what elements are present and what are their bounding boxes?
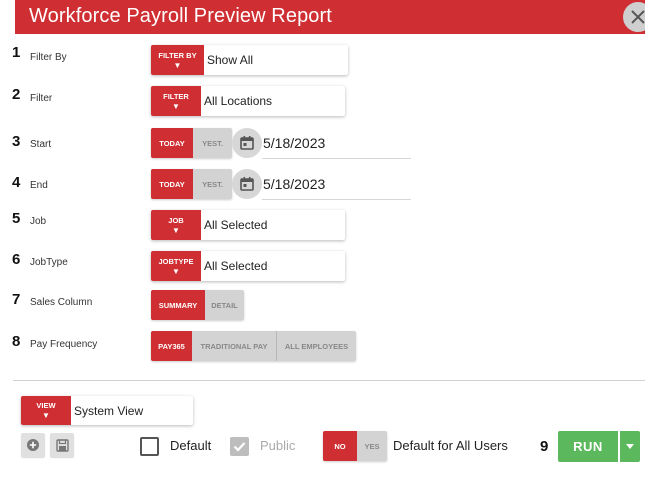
row-label-jobtype: JobType <box>30 257 68 268</box>
caret-down-icon: ▼ <box>173 60 182 70</box>
caret-down-icon: ▼ <box>42 411 50 420</box>
row-number: 9 <box>540 438 549 455</box>
add-circle-icon <box>27 439 39 451</box>
dialog-header: Workforce Payroll Preview Report <box>15 0 645 34</box>
default-all-users-label: Default for All Users <box>393 438 508 453</box>
row-label-job: Job <box>30 216 47 227</box>
end-today-option[interactable]: TODAY <box>151 169 193 199</box>
row-label-end: End <box>30 180 48 191</box>
job-button[interactable]: JOB ▼ <box>151 210 201 240</box>
pay-frequency-toggle[interactable]: PAY365 TRADITIONAL PAY ALL EMPLOYEES <box>151 331 356 361</box>
caret-down-icon: ▼ <box>172 266 180 276</box>
filter-by-dropdown[interactable]: FILTER BY ▼ Show All <box>151 45 348 75</box>
row-label-pay-frequency: Pay Frequency <box>30 339 98 350</box>
traditional-pay-option[interactable]: TRADITIONAL PAY <box>192 331 276 361</box>
view-dropdown[interactable]: VIEW ▼ System View <box>21 396 193 425</box>
row-number: 1 <box>12 44 21 61</box>
end-date-value[interactable]: 5/18/2023 <box>263 176 325 192</box>
default-checkbox[interactable] <box>140 437 159 456</box>
caret-down-icon <box>626 444 634 449</box>
start-date-toggle[interactable]: TODAY YEST. <box>151 128 232 158</box>
row-number: 5 <box>12 210 21 227</box>
sales-column-toggle[interactable]: SUMMARY DETAIL <box>151 290 244 320</box>
save-view-button[interactable] <box>50 433 74 457</box>
calendar-icon <box>240 177 254 191</box>
start-date-value[interactable]: 5/18/2023 <box>263 135 325 151</box>
view-button-label: VIEW <box>36 401 56 410</box>
add-view-button[interactable] <box>21 433 45 457</box>
default-all-users-toggle[interactable]: NO YES <box>323 431 387 461</box>
filter-by-button[interactable]: FILTER BY ▼ <box>151 45 204 75</box>
row-label-filter: Filter <box>30 93 53 104</box>
caret-down-icon: ▼ <box>172 225 180 235</box>
detail-option[interactable]: DETAIL <box>205 290 244 320</box>
view-button[interactable]: VIEW ▼ <box>21 396 71 425</box>
run-button[interactable]: RUN <box>558 431 618 462</box>
jobtype-button[interactable]: JOBTYPE ▼ <box>151 251 201 281</box>
filter-dropdown[interactable]: FILTER ▼ All Locations <box>151 86 345 116</box>
caret-down-icon: ▼ <box>172 101 180 111</box>
public-label: Public <box>260 438 296 453</box>
all-employees-option[interactable]: ALL EMPLOYEES <box>277 331 356 361</box>
row-number: 7 <box>12 291 21 308</box>
checkmark-icon <box>233 442 246 452</box>
row-number: 2 <box>12 86 21 103</box>
close-icon <box>631 10 645 24</box>
jobtype-value: All Selected <box>204 259 268 273</box>
filter-button-label: FILTER <box>163 91 189 101</box>
filter-by-button-label: FILTER BY <box>158 50 197 60</box>
job-button-label: JOB <box>168 215 184 225</box>
end-date-toggle[interactable]: TODAY YEST. <box>151 169 232 199</box>
yes-option[interactable]: YES <box>357 431 387 461</box>
end-calendar-button[interactable] <box>232 169 262 199</box>
job-dropdown[interactable]: JOB ▼ All Selected <box>151 210 345 240</box>
row-label-filter-by: Filter By <box>30 52 67 63</box>
default-label: Default <box>170 438 212 453</box>
jobtype-dropdown[interactable]: JOBTYPE ▼ All Selected <box>151 251 345 281</box>
filter-by-value: Show All <box>207 53 254 67</box>
job-value: All Selected <box>204 218 268 232</box>
no-option[interactable]: NO <box>323 431 357 461</box>
row-label-sales-column: Sales Column <box>30 297 93 308</box>
dialog-title: Workforce Payroll Preview Report <box>29 5 332 27</box>
pay365-option[interactable]: PAY365 <box>151 331 192 361</box>
filter-value: All Locations <box>204 94 273 108</box>
row-label-start: Start <box>30 139 52 150</box>
end-yesterday-option[interactable]: YEST. <box>193 169 232 199</box>
filter-button[interactable]: FILTER ▼ <box>151 86 201 116</box>
start-today-option[interactable]: TODAY <box>151 128 193 158</box>
start-yesterday-option[interactable]: YEST. <box>193 128 232 158</box>
end-date-underline <box>262 199 411 200</box>
close-button[interactable] <box>623 2 645 32</box>
public-checkbox[interactable] <box>230 437 249 456</box>
start-date-underline <box>262 158 411 159</box>
save-icon <box>55 438 69 452</box>
row-number: 8 <box>12 333 21 350</box>
summary-option[interactable]: SUMMARY <box>151 290 205 320</box>
row-number: 6 <box>12 251 21 268</box>
jobtype-button-label: JOBTYPE <box>158 256 194 266</box>
view-value: System View <box>74 403 144 418</box>
run-options-button[interactable] <box>620 431 640 462</box>
section-divider <box>13 380 645 381</box>
row-number: 4 <box>12 174 21 191</box>
calendar-icon <box>240 136 254 150</box>
start-calendar-button[interactable] <box>232 128 262 158</box>
row-number: 3 <box>12 133 21 150</box>
